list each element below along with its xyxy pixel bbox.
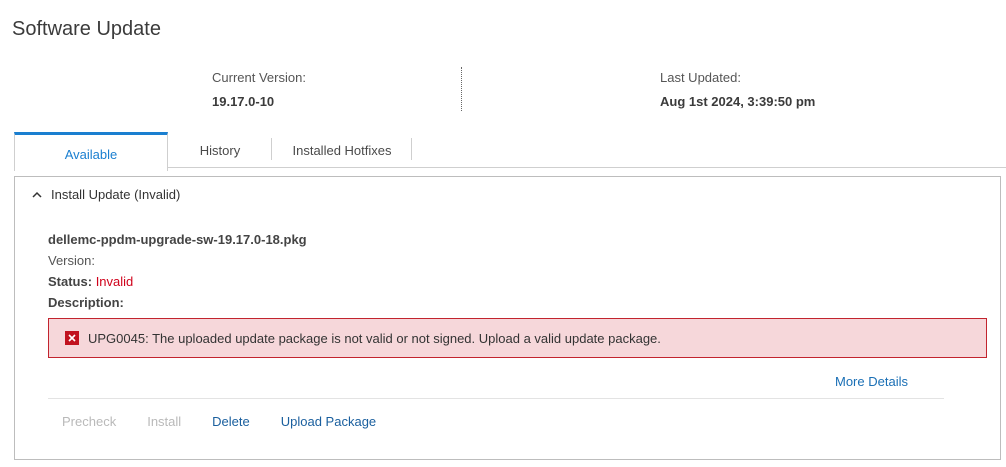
install-button[interactable]: Install [147, 414, 181, 429]
tab-available[interactable]: Available [14, 132, 168, 171]
tab-installed-hotfixes[interactable]: Installed Hotfixes [272, 132, 412, 168]
divider [48, 398, 944, 399]
tab-separator [411, 138, 412, 160]
status-value: Invalid [95, 274, 134, 289]
current-version-label: Current Version: [212, 70, 306, 85]
error-x-icon [65, 331, 79, 345]
action-bar: Precheck Install Delete Upload Package [62, 414, 407, 429]
package-details: dellemc-ppdm-upgrade-sw-19.17.0-18.pkg V… [48, 229, 307, 313]
more-details-link[interactable]: More Details [835, 374, 908, 389]
page-title: Software Update [12, 18, 161, 40]
package-name: dellemc-ppdm-upgrade-sw-19.17.0-18.pkg [48, 232, 307, 247]
last-updated-label: Last Updated: [660, 70, 741, 85]
status-row: Status: Invalid [48, 271, 307, 292]
current-version-block: Current Version: 19.17.0-10 [212, 70, 306, 109]
install-update-panel: Install Update (Invalid) dellemc-ppdm-up… [14, 176, 1001, 460]
current-version-value: 19.17.0-10 [212, 94, 275, 109]
panel-header-label: Install Update (Invalid) [51, 187, 181, 202]
panel-header[interactable]: Install Update (Invalid) [31, 187, 180, 202]
last-updated-value: Aug 1st 2024, 3:39:50 pm [660, 94, 816, 109]
description-label: Description: [48, 295, 124, 310]
chevron-up-icon[interactable] [31, 189, 43, 201]
last-updated-block: Last Updated: Aug 1st 2024, 3:39:50 pm [660, 70, 815, 109]
precheck-button[interactable]: Precheck [62, 414, 116, 429]
error-message: UPG0045: The uploaded update package is … [88, 330, 661, 346]
info-divider [461, 67, 462, 111]
error-alert: UPG0045: The uploaded update package is … [48, 318, 987, 358]
tab-history[interactable]: History [170, 132, 270, 168]
version-label: Version: [48, 253, 95, 268]
upload-package-button[interactable]: Upload Package [281, 414, 376, 429]
delete-button[interactable]: Delete [212, 414, 250, 429]
status-label: Status: [48, 274, 93, 289]
